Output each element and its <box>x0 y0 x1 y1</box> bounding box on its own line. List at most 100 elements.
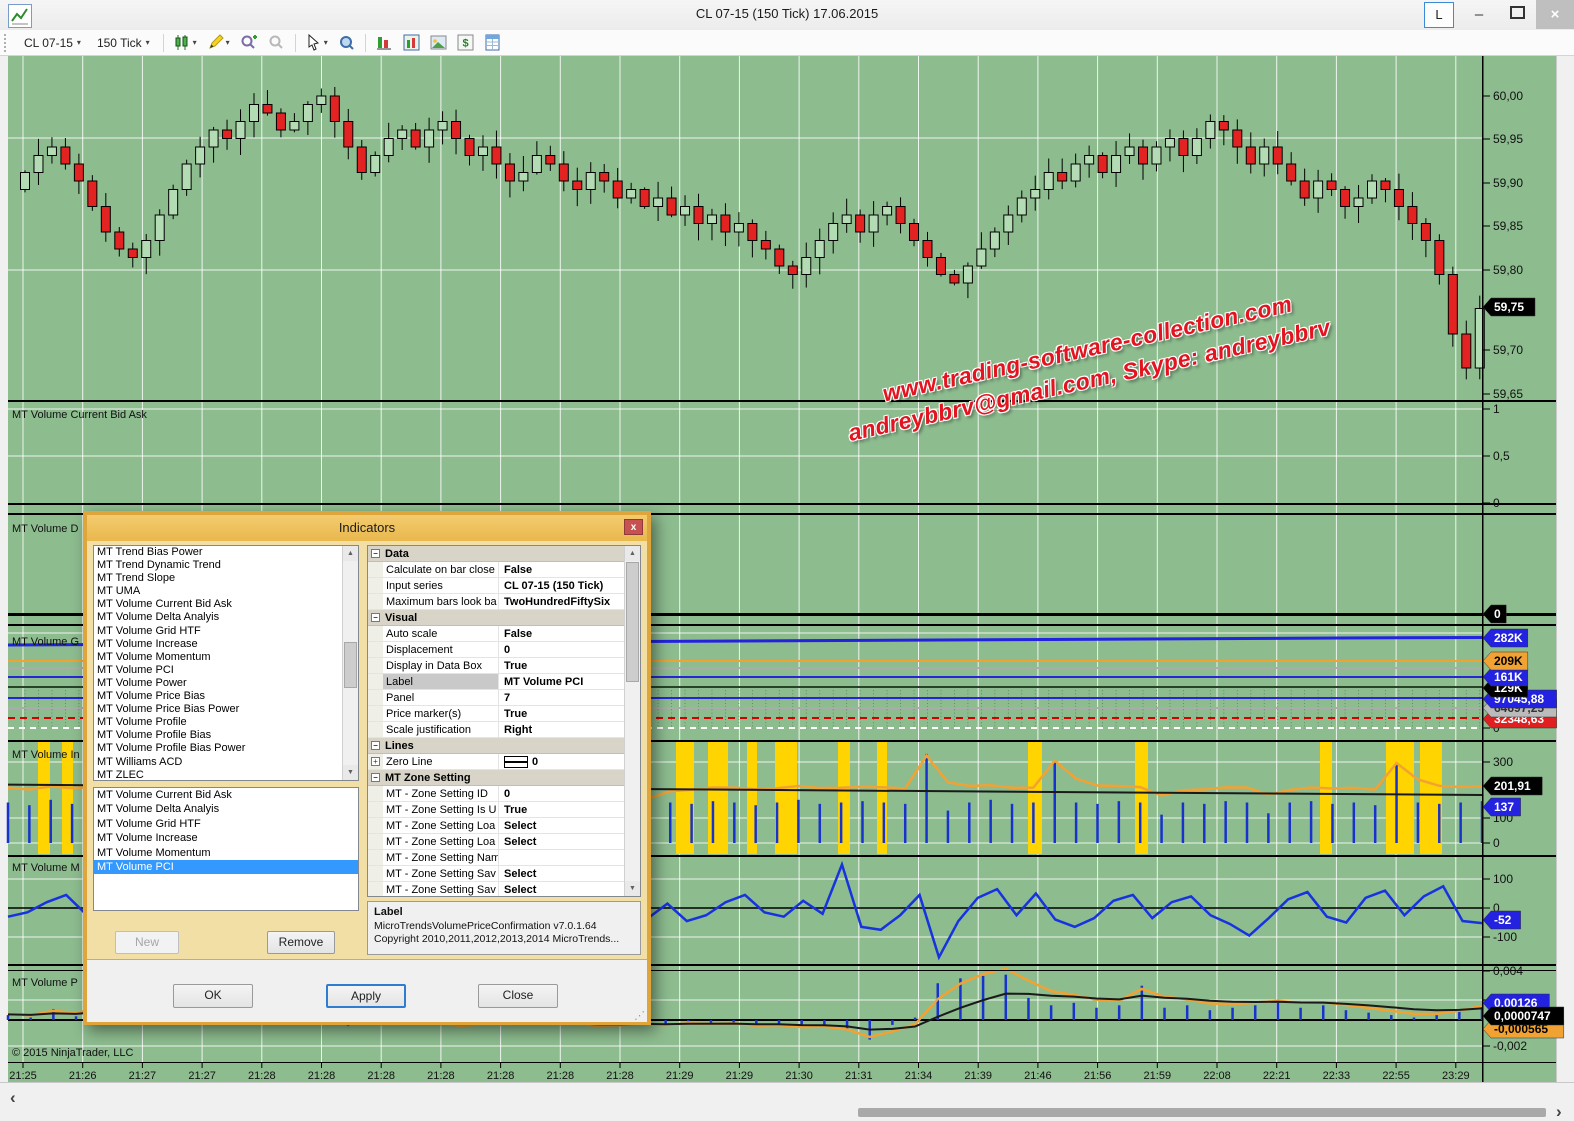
candle-body <box>290 122 299 131</box>
list-item[interactable]: MT Volume Current Bid Ask <box>94 788 358 802</box>
candle-body <box>209 130 218 147</box>
time-axis-label: 22:55 <box>1382 1070 1410 1082</box>
candle-body <box>1044 173 1053 190</box>
candle-body <box>707 215 716 224</box>
list-item[interactable]: MT Trend Dynamic Trend <box>94 559 358 572</box>
list-item[interactable]: MT Volume Price Bias Power <box>94 703 358 716</box>
list-item[interactable]: MT Volume Power <box>94 677 358 690</box>
list-item[interactable]: MT Volume Current Bid Ask <box>94 598 358 611</box>
scrollbar-thumb[interactable] <box>626 562 639 682</box>
dialog-title[interactable]: Indicators <box>87 515 647 541</box>
price-axis-line <box>1482 56 1484 1082</box>
candle-body <box>748 224 757 241</box>
candle-body <box>357 147 366 173</box>
list-item[interactable]: MT Volume Momentum <box>94 651 358 664</box>
volume-zone-band <box>708 742 728 854</box>
scroll-up-icon[interactable]: ▲ <box>625 546 640 561</box>
property-row[interactable]: Input seriesCL 07-15 (150 Tick) <box>368 578 624 594</box>
price-axis-tick: 59,90 <box>1493 176 1523 190</box>
apply-button[interactable]: Apply <box>326 984 406 1008</box>
time-axis-label: 21:25 <box>9 1070 37 1082</box>
property-row[interactable]: Auto scaleFalse <box>368 626 624 642</box>
candle-body <box>1152 147 1161 164</box>
list-item[interactable]: MT UMA <box>94 585 358 598</box>
property-row[interactable]: MT - Zone Setting Is UTrue <box>368 802 624 818</box>
time-axis-label: 21:28 <box>427 1070 455 1082</box>
list-item[interactable]: MT Trend Bias Power <box>94 546 358 559</box>
dialog-close-icon[interactable]: x <box>624 519 643 535</box>
candle-body <box>559 164 568 181</box>
list-item[interactable]: MT ZLEC <box>94 769 358 781</box>
resize-grip[interactable]: ⋰ <box>634 1009 645 1022</box>
property-row[interactable]: MT - Zone Setting LoaSelect <box>368 834 624 850</box>
property-grid[interactable]: −DataCalculate on bar closeFalseInput se… <box>367 545 641 897</box>
scroll-down-icon[interactable]: ▼ <box>625 881 640 896</box>
list-item[interactable]: MT Volume Price Bias <box>94 690 358 703</box>
remove-button[interactable]: Remove <box>267 931 335 954</box>
candle-body <box>950 275 959 284</box>
scroll-up-icon[interactable]: ▲ <box>343 546 358 561</box>
time-axis-label: 21:30 <box>785 1070 813 1082</box>
property-category[interactable]: −Visual <box>368 610 624 626</box>
list-scrollbar[interactable]: ▲ ▼ <box>342 546 358 780</box>
property-row[interactable]: Price marker(s)True <box>368 706 624 722</box>
list-item[interactable]: MT Volume Momentum <box>94 846 358 860</box>
new-button[interactable]: New <box>115 931 179 954</box>
list-item[interactable]: MT Williams ACD <box>94 756 358 769</box>
candle-body <box>963 266 972 283</box>
close-dialog-button[interactable]: Close <box>478 984 558 1008</box>
time-axis-label: 21:26 <box>69 1070 97 1082</box>
list-item[interactable]: MT Volume Grid HTF <box>94 625 358 638</box>
list-item[interactable]: MT Volume Delta Analyis <box>94 611 358 624</box>
property-row[interactable]: MT - Zone Setting Nam <box>368 850 624 866</box>
candle-body <box>1287 164 1296 181</box>
list-item[interactable]: MT Volume Increase <box>94 831 358 845</box>
price-axis-tick: 0 <box>1493 836 1500 850</box>
candle-body <box>990 232 999 249</box>
list-item[interactable]: MT Volume PCI <box>94 860 358 874</box>
candle-body <box>815 241 824 258</box>
property-row[interactable]: Panel7 <box>368 690 624 706</box>
scroll-down-icon[interactable]: ▼ <box>343 765 358 780</box>
candle-body <box>532 156 541 173</box>
property-category[interactable]: −Lines <box>368 738 624 754</box>
time-axis-label: 22:21 <box>1263 1070 1291 1082</box>
list-item[interactable]: MT Volume Profile Bias Power <box>94 742 358 755</box>
property-row[interactable]: MT - Zone Setting ID0 <box>368 786 624 802</box>
candle-body <box>1192 139 1201 156</box>
list-item[interactable]: MT Volume PCI <box>94 664 358 677</box>
property-row[interactable]: Scale justificationRight <box>368 722 624 738</box>
property-row[interactable]: Display in Data BoxTrue <box>368 658 624 674</box>
property-row[interactable]: Maximum bars look baTwoHundredFiftySix <box>368 594 624 610</box>
candle-body <box>1112 156 1121 173</box>
candle-body <box>249 105 258 122</box>
scrollbar-thumb[interactable] <box>344 642 357 688</box>
time-axis-label: 21:29 <box>666 1070 694 1082</box>
property-row[interactable]: Calculate on bar closeFalse <box>368 562 624 578</box>
candle-body <box>384 139 393 156</box>
list-item[interactable]: MT Volume Delta Analyis <box>94 802 358 816</box>
available-indicators-list[interactable]: MT Trend Bias PowerMT Trend Dynamic Tren… <box>93 545 359 781</box>
property-row[interactable]: MT - Zone Setting SavSelect <box>368 866 624 882</box>
candle-body <box>1206 122 1215 139</box>
list-item[interactable]: MT Volume Grid HTF <box>94 817 358 831</box>
candle-body <box>1421 224 1430 241</box>
property-row[interactable]: Displacement0 <box>368 642 624 658</box>
property-row[interactable]: LabelMT Volume PCI <box>368 674 624 690</box>
price-marker-label: 0,0000747 <box>1494 1009 1551 1023</box>
list-item[interactable]: MT Volume Profile <box>94 716 358 729</box>
volume-zone-band <box>877 742 887 854</box>
price-axis-tick: 0,5 <box>1493 449 1510 463</box>
selected-indicators-list[interactable]: MT Volume Current Bid AskMT Volume Delta… <box>93 787 359 911</box>
ok-button[interactable]: OK <box>173 984 253 1008</box>
list-item[interactable]: MT Trend Slope <box>94 572 358 585</box>
property-row[interactable]: MT - Zone Setting SavSelect <box>368 882 624 897</box>
list-item[interactable]: MT Volume Profile Bias <box>94 729 358 742</box>
property-row[interactable]: +Zero Line0 <box>368 754 624 770</box>
property-category[interactable]: −MT Zone Setting <box>368 770 624 786</box>
candle-body <box>223 130 232 139</box>
property-category[interactable]: −Data <box>368 546 624 562</box>
list-item[interactable]: MT Volume Increase <box>94 638 358 651</box>
property-grid-scrollbar[interactable]: ▲ ▼ <box>624 546 640 896</box>
property-row[interactable]: MT - Zone Setting LoaSelect <box>368 818 624 834</box>
